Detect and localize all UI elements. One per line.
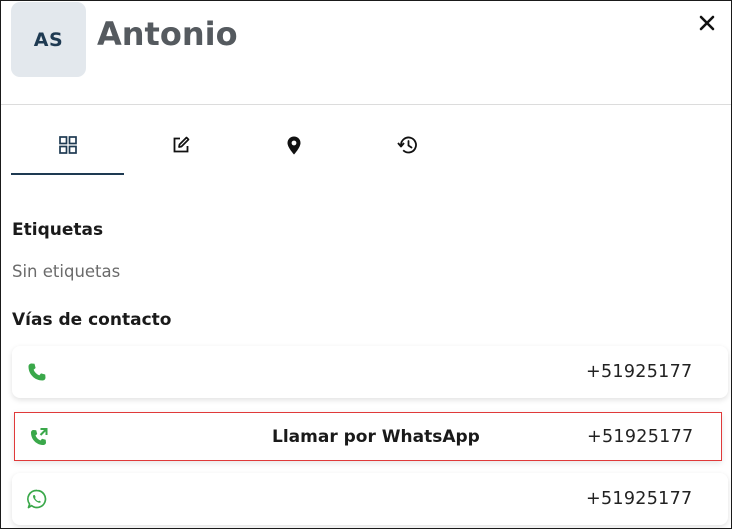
contact-method-phone[interactable]: +51925177	[12, 346, 728, 398]
close-icon	[699, 15, 715, 31]
edit-icon	[173, 136, 189, 153]
location-pin-icon	[287, 136, 300, 154]
tab-history[interactable]	[350, 115, 463, 175]
phone-icon	[27, 362, 47, 382]
tab-bar	[11, 115, 463, 175]
tab-edit[interactable]	[124, 115, 237, 175]
call-whatsapp-row[interactable]: Llamar por WhatsApp +51925177	[14, 412, 722, 461]
phone-forward-icon	[29, 427, 49, 447]
call-whatsapp-label: Llamar por WhatsApp	[272, 426, 480, 447]
phone-number: +51925177	[586, 362, 693, 382]
contact-method-whatsapp[interactable]: +51925177	[12, 473, 728, 525]
whatsapp-number: +51925177	[586, 489, 693, 509]
header-divider	[1, 104, 731, 105]
labels-section-title: Etiquetas	[12, 220, 104, 240]
contact-name: Antonio	[97, 15, 238, 53]
close-button[interactable]	[695, 11, 719, 35]
tab-overview[interactable]	[11, 115, 124, 175]
whatsapp-call-number: +51925177	[587, 426, 694, 447]
contact-detail-panel: AS Antonio Etiquetas Sin etiquetas Vías …	[0, 0, 732, 529]
whatsapp-icon	[27, 489, 47, 509]
grid-icon	[58, 136, 77, 154]
avatar-initials: AS	[33, 28, 64, 51]
history-icon	[396, 136, 417, 154]
tab-location[interactable]	[237, 115, 350, 175]
labels-empty-text: Sin etiquetas	[12, 262, 121, 281]
avatar: AS	[11, 2, 86, 77]
contact-methods-title: Vías de contacto	[12, 310, 172, 330]
